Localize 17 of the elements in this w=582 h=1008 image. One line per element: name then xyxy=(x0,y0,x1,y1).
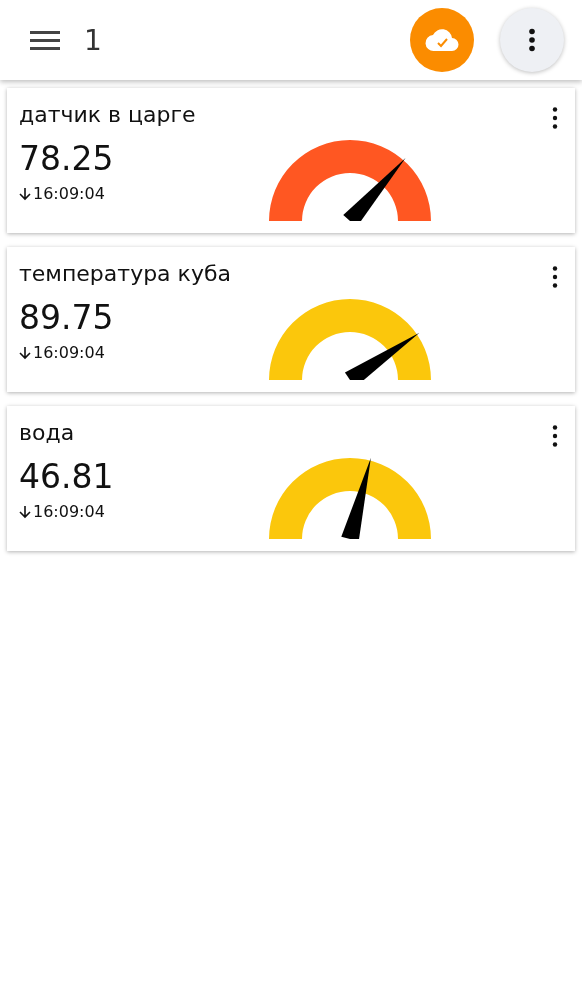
widget-value: 89.75 xyxy=(19,298,115,337)
arrow-down-icon xyxy=(19,345,31,360)
arrow-down-icon xyxy=(19,504,31,519)
app-title: 1 xyxy=(84,23,103,57)
widget-value: 78.25 xyxy=(19,139,115,178)
arrow-down-icon xyxy=(19,186,31,201)
update-time: 16:09:04 xyxy=(33,502,105,521)
gauge-needle xyxy=(343,158,406,221)
cloud-check-icon[interactable] xyxy=(425,28,459,52)
update-time: 16:09:04 xyxy=(33,184,105,203)
update-time: 16:09:04 xyxy=(33,343,105,362)
widget-title: температура куба xyxy=(19,261,232,286)
widget-value: 46.81 xyxy=(19,457,115,496)
widget-title: датчик в царге xyxy=(19,102,197,127)
menu-icon[interactable] xyxy=(30,30,60,50)
more-icon[interactable] xyxy=(526,28,538,52)
widget-title: вода xyxy=(19,420,76,445)
